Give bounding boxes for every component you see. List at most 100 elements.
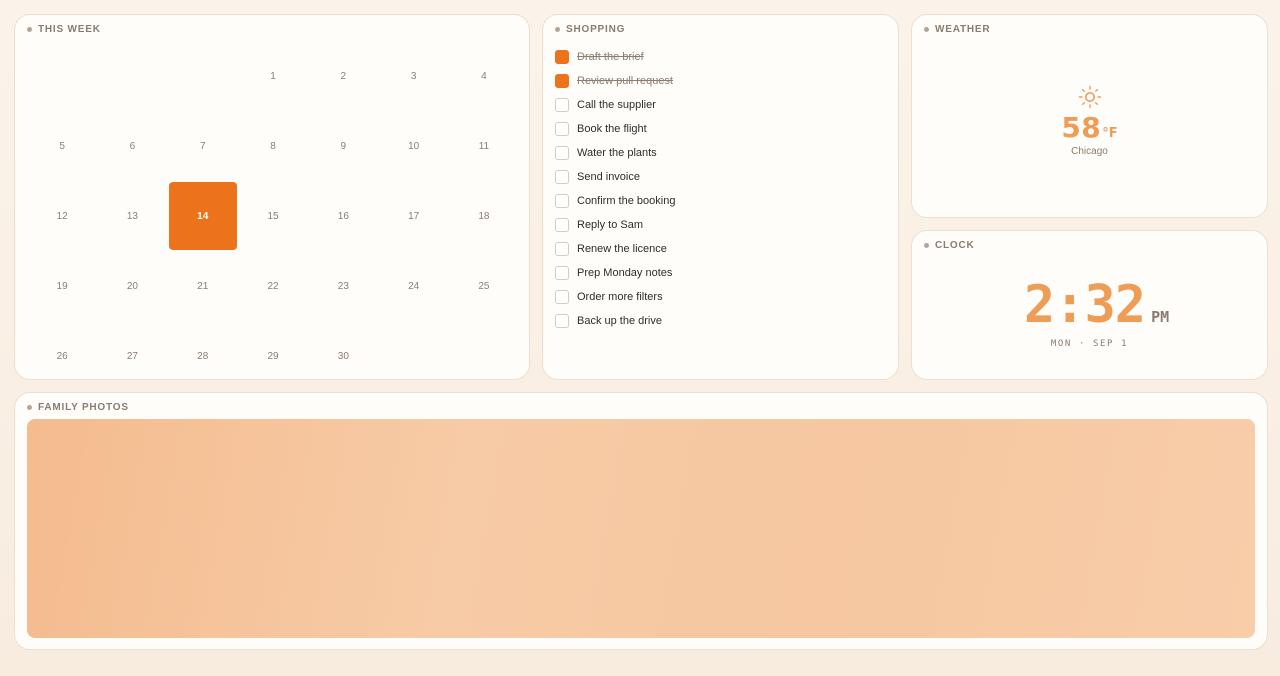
calendar-day[interactable]: 18 [449,181,519,251]
list-item[interactable]: Call the supplier [555,93,675,117]
list-item[interactable]: Water the plants [555,141,675,165]
calendar-empty-cell [168,41,238,111]
checkbox[interactable] [555,218,569,232]
calendar-day[interactable]: 20 [97,251,167,321]
calendar-day[interactable]: 26 [27,321,97,391]
sun-icon [1078,85,1101,109]
calendar-day[interactable]: 22 [238,251,308,321]
temperature-value: 58 [1061,111,1102,144]
title-dot [924,243,929,248]
weather-title: WEATHER [924,24,990,35]
calendar-day[interactable]: 12 [27,181,97,251]
calendar-day[interactable]: 16 [308,181,378,251]
title-dot [27,27,32,32]
checkbox[interactable] [555,242,569,256]
shopping-title: SHOPPING [555,24,625,35]
list-item-label: Send invoice [577,171,640,183]
list-item[interactable]: Draft the brief [555,45,675,69]
calendar-day[interactable]: 28 [168,321,238,391]
clock-widget: CLOCK 2:32 PM MON · SEP 1 [911,230,1268,380]
calendar-title: THIS WEEK [27,24,101,35]
calendar-day[interactable]: 10 [378,111,448,181]
calendar-empty-cell [449,321,519,391]
time-display: 2:32 PM [1010,275,1169,335]
photos-title-text: FAMILY PHOTOS [38,402,129,413]
list-item-label: Review pull request [577,75,673,87]
calendar-day[interactable]: 7 [168,111,238,181]
weather-title-text: WEATHER [935,24,991,35]
list-item-label: Draft the brief [577,51,644,63]
checkbox[interactable] [555,266,569,280]
checkbox[interactable] [555,314,569,328]
list-item-label: Prep Monday notes [577,267,673,279]
list-item[interactable]: Back up the drive [555,309,675,333]
calendar-empty-cell [97,41,167,111]
shopping-widget: SHOPPING Draft the brief Review pull requ… [542,14,899,380]
time-value: 2:32 [1023,275,1146,335]
list-item-label: Reply to Sam [577,219,644,231]
calendar-day[interactable]: 11 [449,111,519,181]
list-item[interactable]: Prep Monday notes [555,261,675,285]
calendar-day[interactable]: 9 [308,111,378,181]
checkbox[interactable] [555,146,569,160]
calendar-day[interactable]: 13 [97,181,167,251]
list-item[interactable]: Confirm the booking [555,189,675,213]
list-item[interactable]: Review pull request [555,69,675,93]
calendar-day-today[interactable]: 14 [168,182,237,250]
checkbox-checked[interactable] [555,74,569,88]
calendar-day[interactable]: 5 [27,111,97,181]
calendar-day[interactable]: 30 [308,321,378,391]
temperature: 58 °F [1061,111,1117,144]
time-ampm: PM [1151,308,1170,326]
calendar-day[interactable]: 27 [97,321,167,391]
photos-widget: FAMILY PHOTOS [14,392,1268,650]
calendar-day[interactable]: 24 [378,251,448,321]
title-dot [27,405,32,410]
shopping-list: Draft the brief Review pull request Call t… [555,45,675,333]
checkbox[interactable] [555,290,569,304]
calendar-day[interactable]: 8 [238,111,308,181]
shopping-title-text: SHOPPING [566,24,626,35]
calendar-day[interactable]: 4 [449,41,519,111]
calendar-day[interactable]: 17 [378,181,448,251]
list-item[interactable]: Renew the licence [555,237,675,261]
list-item[interactable]: Send invoice [555,165,675,189]
clock-title: CLOCK [924,240,975,251]
calendar-day[interactable]: 21 [168,251,238,321]
list-item-label: Renew the licence [577,243,667,255]
calendar-grid: 1 2 3 4 5 6 7 8 9 10 11 12 13 14 15 16 17 18 19 20 21 22 23 24 2… [27,41,519,391]
calendar-day[interactable]: 25 [449,251,519,321]
photo-slideshow[interactable] [27,419,1255,638]
calendar-day[interactable]: 15 [238,181,308,251]
photos-title: FAMILY PHOTOS [27,402,129,413]
weather-widget: WEATHER 58 °F Chicago [911,14,1268,218]
calendar-day[interactable]: 29 [238,321,308,391]
calendar-day[interactable]: 2 [308,41,378,111]
checkbox-checked[interactable] [555,50,569,64]
calendar-day[interactable]: 6 [97,111,167,181]
weather-body: 58 °F Chicago [912,85,1267,157]
list-item-label: Order more filters [577,291,663,303]
calendar-day[interactable]: 23 [308,251,378,321]
list-item[interactable]: Reply to Sam [555,213,675,237]
list-item-label: Call the supplier [577,99,656,111]
calendar-day[interactable]: 19 [27,251,97,321]
clock-title-text: CLOCK [935,240,975,251]
temperature-unit: °F [1102,126,1118,141]
checkbox[interactable] [555,98,569,112]
calendar-title-text: THIS WEEK [38,24,101,35]
calendar-widget: THIS WEEK 1 2 3 4 5 6 7 8 9 10 11 12 13 14 15 16 17 18 19 2… [14,14,530,380]
calendar-day[interactable]: 1 [238,41,308,111]
checkbox[interactable] [555,170,569,184]
checkbox[interactable] [555,122,569,136]
list-item-label: Confirm the booking [577,195,676,207]
list-item[interactable]: Book the flight [555,117,675,141]
weather-city: Chicago [1071,146,1108,157]
checkbox[interactable] [555,194,569,208]
list-item[interactable]: Order more filters [555,285,675,309]
calendar-day[interactable]: 3 [378,41,448,111]
list-item-label: Book the flight [577,123,647,135]
list-item-label: Water the plants [577,147,657,159]
calendar-empty-cell [27,41,97,111]
title-dot [555,27,560,32]
